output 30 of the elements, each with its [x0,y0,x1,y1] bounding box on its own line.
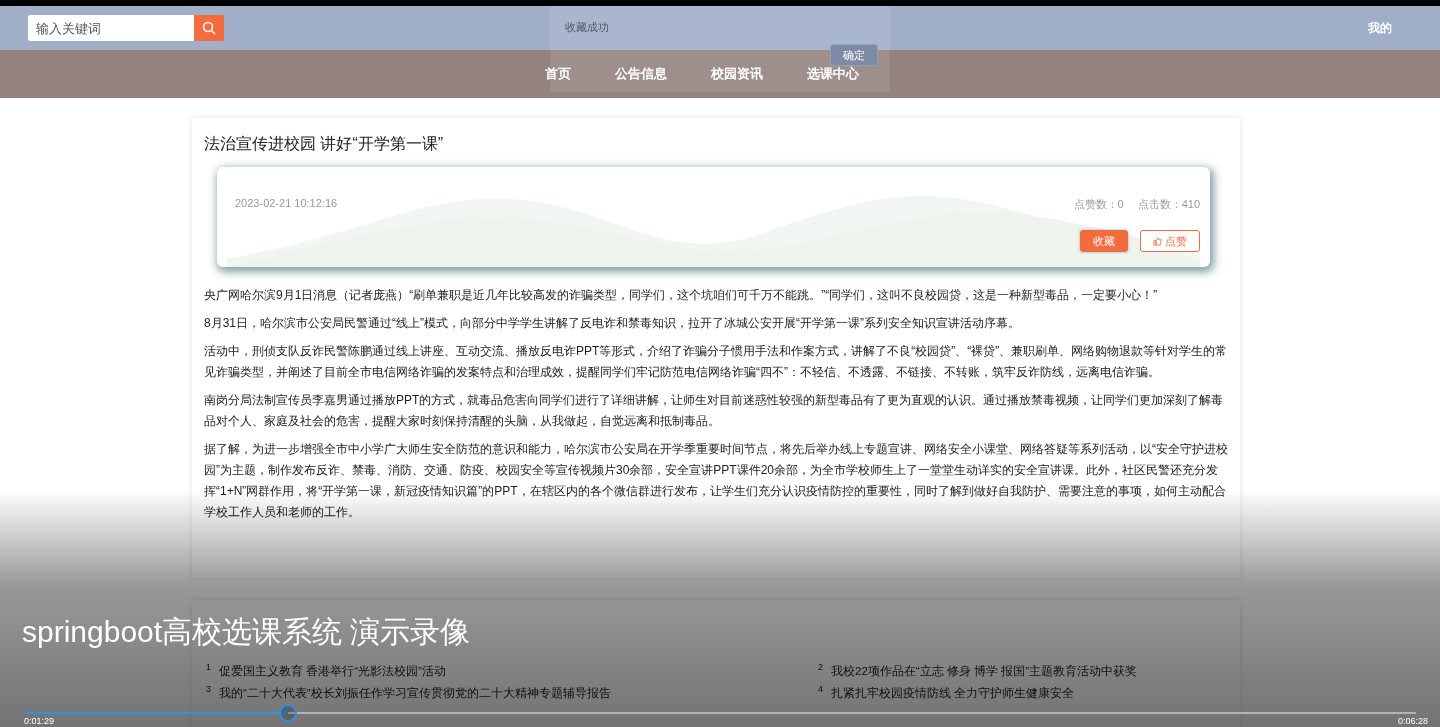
elapsed-time: 0:01:29 [24,716,55,726]
news-link[interactable]: $^{3}$ 我的“二十大代表”校长刘振任作学习宣传贯彻党的二十大精神专题辅导报告 [206,684,818,702]
article-paragraph: 据了解，为进一步增强全市中小学广大师生安全防范的意识和能力，哈尔滨市公安局在开学季重要时间节点，将先后举办线上专题宣讲、网络安全小课堂、网络答疑等系列活动，以“安全守护进校园”为主题，制作发布反诈、禁毒、消防、交通、防疫、校园安全等宣传视频片30余部，安全宣讲PPT课件20余部，为全市学校师生上了一堂堂生动详实的安全宣讲课。此外，社区民警还充分发挥“1+N”网群作用，将“开学第一课，新冠疫情知识篇”的PPT，在辖区内的各个微信群进行发布，让学生们充分认识疫情防控的重要性，同时了解到做好自我防护、需要注意的事项，如何主动配合学校工作人员和老师的工作。 [204,441,1228,521]
progress-handle[interactable] [279,704,298,722]
article-paragraph: 南岗分局法制宣传员李嘉男通过播放PPT的方式，就毒品危害向同学们进行了详细讲解，让师生对目前迷惑性较强的新型毒品有了更为直观的认识。通过播放禁毒视频，让同学们更加深刻了解毒品对个人、家庭及社会的危害，提醒大家时刻保持清醒的头脑，从我做起，自觉远离和抵制毒品。 [204,392,1225,430]
nav-link[interactable]: 公告信息 [615,65,667,83]
news-link[interactable]: $^{1}$ 促爱国主义教育 香港举行“光影法校园”活动 [206,662,818,680]
publish-date: 2023-02-21 10:12:16 [235,197,338,211]
news-link[interactable]: $^{4}$ 扎紧扎牢校园疫情防线 全力守护师生健康安全 [818,684,1228,702]
user-menu[interactable]: 我的 [1370,15,1400,41]
click-count: 点击数：410 [1137,197,1200,212]
nav-link[interactable]: 首页 [545,65,571,83]
search-button[interactable] [194,15,224,41]
search-icon [202,21,216,35]
search-field[interactable]: 输入关键词 [28,15,194,41]
confirm-button[interactable]: 确定 [830,44,878,66]
total-time: 0:06:28 [1397,716,1428,726]
article-title: 法治宣传进校园 讲好“开学第一课” [204,134,445,154]
news-link[interactable]: $^{2}$ 我校22项作品在“立志 修身 博学 报国”主题教育活动中获奖 [818,662,1228,680]
nav-link[interactable]: 选课中心 [807,65,859,83]
nav-link[interactable]: 校园资讯 [711,65,763,83]
like-count: 点赞数：0 [1073,197,1124,212]
article-paragraph: 8月31日，哈尔滨市公安局民警通过“线上”模式，向部分中学学生讲解了反电诈和禁毒知识，拉开了冰城公安开展“开学第一课”系列安全知识宣讲活动序幕。 [204,315,1021,332]
toast-message: 收藏成功 [565,20,610,35]
article-paragraph: 央广网哈尔滨9月1日消息（记者庞燕）“刷单兼职是近几年比较高发的诈骗类型，同学们，这个坑咱们可千万不能跳。”“同学们，这叫不良校园贷，这是一种新型毒品，一定要小心！” [204,287,1159,304]
video-title: springboot高校选课系统 演示录像 [22,614,471,650]
thumb-up-icon [1153,236,1162,246]
favorite-button[interactable]: 收藏 [1080,230,1128,252]
like-button[interactable]: 点赞 [1140,230,1200,252]
article-paragraph: 活动中，刑侦支队反诈民警陈鹏通过线上讲座、互动交流、播放反电诈PPT等形式，介绍了诈骗分子惯用手法和作案方式，讲解了不良“校园贷”、“裸贷”、兼职刷单、网络购物退款等针对学生的常见诈骗类型，并阐述了目前全市电信网络诈骗的发案特点和治理成效，提醒同学们牢记防范电信网络诈骗“四不”：不轻信、不透露、不链接、不转账，筑牢反诈防线，远离电信诈骗。 [204,343,1228,381]
